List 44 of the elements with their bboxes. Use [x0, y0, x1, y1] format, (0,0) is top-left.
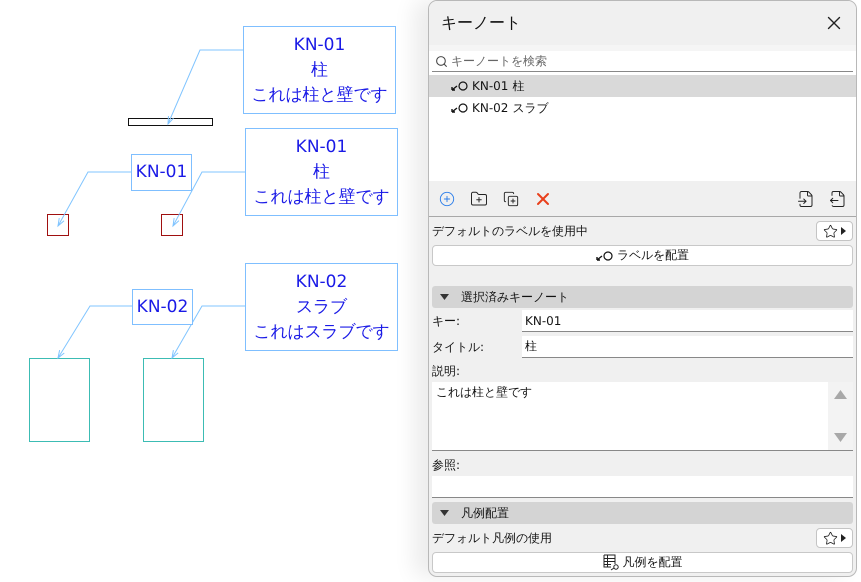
- reference-field[interactable]: [432, 476, 853, 498]
- expand-triangle-icon: [440, 294, 449, 300]
- label-text: KN-01: [136, 161, 188, 184]
- caret-icon: [841, 227, 846, 235]
- label-text: 柱: [313, 160, 330, 184]
- panel-title: キーノート: [441, 12, 521, 34]
- text-field[interactable]: KN-01: [522, 310, 853, 332]
- label-text: 柱: [311, 58, 328, 82]
- expand-triangle-icon: [440, 510, 449, 516]
- star-icon: [823, 530, 838, 546]
- field-label: 説明:: [432, 362, 462, 380]
- scroll-down-arrow-icon: [834, 433, 847, 442]
- label-text: スラブ: [296, 296, 347, 318]
- label-leader-icon: [451, 81, 469, 91]
- label-text: KN-02: [296, 270, 348, 294]
- scroll-up-arrow-icon: [834, 390, 847, 399]
- keynote-list-item[interactable]: KN-01 柱: [429, 75, 856, 97]
- label-text: KN-01: [294, 34, 346, 56]
- legend-status-text: デフォルト凡例の使用: [432, 530, 552, 546]
- favorites-button[interactable]: [816, 221, 853, 241]
- label-text: KN-01: [296, 136, 348, 158]
- label-text: KN-02: [136, 296, 188, 318]
- caret-icon: [841, 534, 846, 542]
- place-label-button[interactable]: ラベルを配置: [432, 245, 853, 266]
- field-label: 参照:: [432, 456, 462, 474]
- text-field[interactable]: 柱: [522, 336, 853, 358]
- label-status-text: デフォルトのラベルを使用中: [432, 222, 588, 240]
- field-label: タイトル:: [432, 338, 486, 356]
- label-leader-icon: [451, 103, 469, 113]
- section-header[interactable]: 凡例配置: [432, 502, 853, 524]
- section-header[interactable]: 選択済みキーノート: [432, 286, 853, 308]
- label-text: これは柱と壁です: [254, 186, 390, 208]
- legend-table-icon: [602, 554, 620, 571]
- star-icon: [823, 224, 838, 238]
- column-outline: [161, 214, 183, 236]
- place-legend-button[interactable]: 凡例を配置: [432, 552, 853, 573]
- favorites-button[interactable]: [816, 528, 853, 548]
- description-field[interactable]: これは柱と壁です: [432, 382, 828, 450]
- label-leader-icon: [596, 250, 614, 260]
- field-label: キー:: [432, 312, 462, 330]
- search-icon: [435, 55, 448, 68]
- label-text: これは柱と壁です: [252, 84, 388, 106]
- label-text: これはスラブです: [254, 320, 390, 344]
- column-outline: [47, 214, 69, 236]
